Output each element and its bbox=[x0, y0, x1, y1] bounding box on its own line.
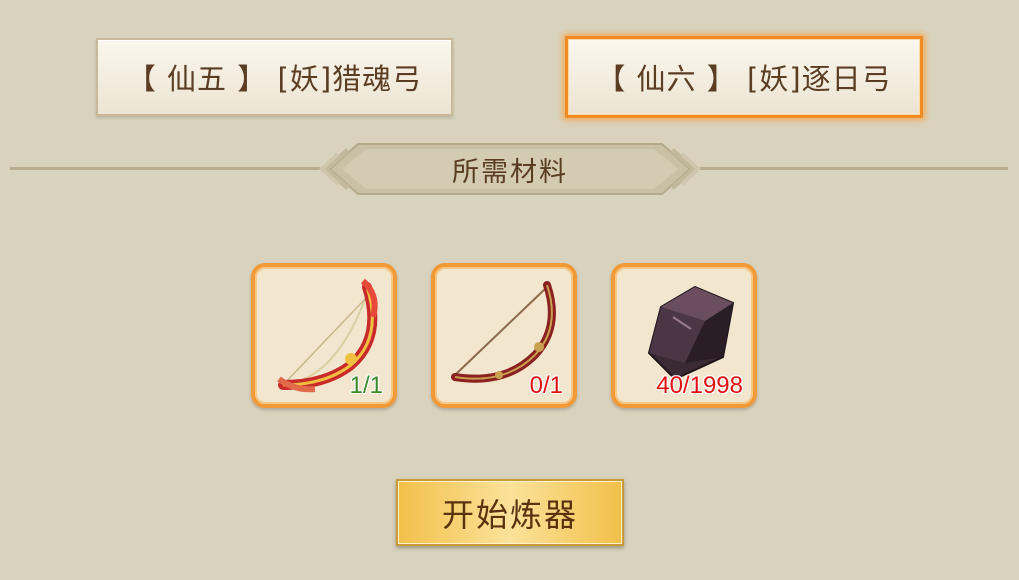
material-slot-red-bow[interactable]: 1/1 bbox=[251, 263, 397, 408]
material-slot-dark-bow[interactable]: 0/1 bbox=[431, 263, 577, 408]
materials-header-title: 所需材料 bbox=[452, 156, 568, 188]
recipe-tab-hunting-soul-bow[interactable]: 【 仙五 】 [妖]猎魂弓 bbox=[96, 38, 453, 116]
material-count: 0/1 bbox=[529, 372, 563, 399]
material-slot-dark-crystal[interactable]: 40/1998 bbox=[611, 263, 757, 408]
section-divider-left bbox=[10, 167, 320, 170]
section-divider-right bbox=[700, 167, 1008, 170]
start-forging-button[interactable]: 开始炼器 bbox=[396, 479, 624, 546]
recipe-tab-sun-chasing-bow[interactable]: 【 仙六 】 [妖]逐日弓 bbox=[565, 36, 923, 118]
materials-header-banner: 所需材料 bbox=[318, 140, 702, 198]
recipe-tab-label: 【 仙六 】 [妖]逐日弓 bbox=[596, 62, 892, 96]
material-count: 40/1998 bbox=[656, 372, 743, 399]
recipe-tab-label: 【 仙五 】 [妖]猎魂弓 bbox=[126, 62, 423, 96]
material-count: 1/1 bbox=[349, 372, 383, 399]
